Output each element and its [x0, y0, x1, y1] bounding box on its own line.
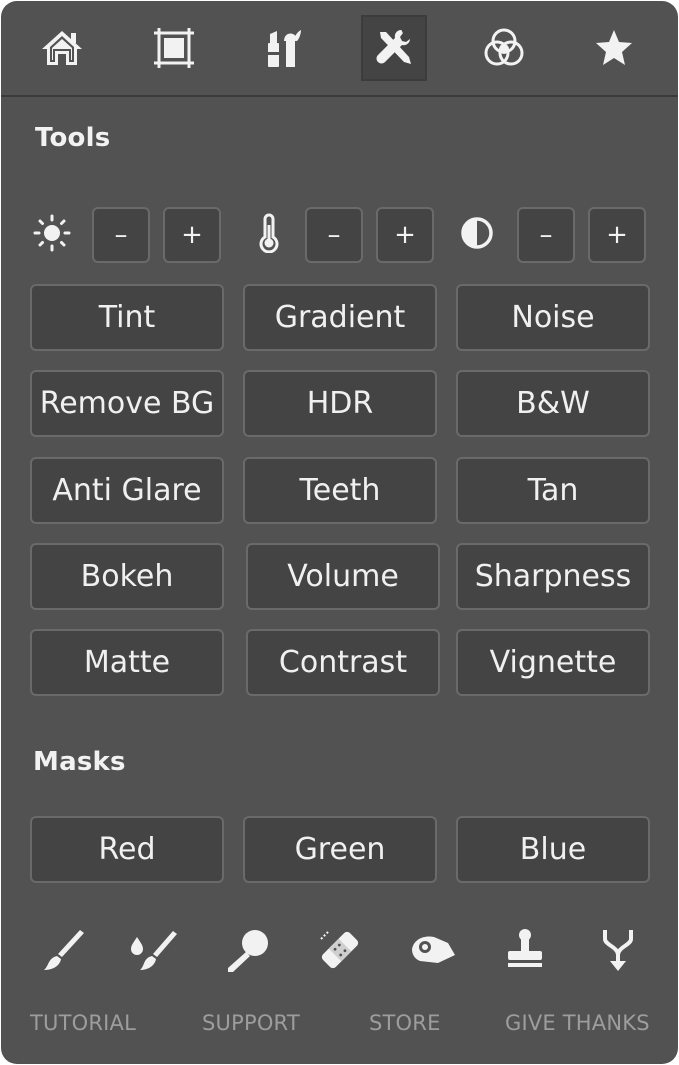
tab-makeup[interactable] [251, 15, 317, 81]
hdr-button[interactable]: HDR [243, 370, 437, 437]
makeup-icon [268, 30, 301, 67]
contrast-increase-button[interactable]: + [588, 207, 646, 263]
stamp-icon [508, 929, 542, 967]
tan-button[interactable]: Tan [456, 457, 650, 524]
give-thanks-link[interactable]: GIVE THANKS [505, 1011, 650, 1035]
paint-brush-drop-tool[interactable] [127, 923, 181, 977]
contrast-icon [461, 217, 493, 249]
masks-title: Masks [33, 747, 126, 777]
bandage-icon [320, 930, 359, 969]
brush-icon [44, 930, 84, 970]
brightness-adjuster [31, 212, 73, 254]
tab-tools[interactable] [361, 15, 427, 81]
teeth-button[interactable]: Teeth [243, 457, 437, 524]
brightness-icon [33, 214, 71, 252]
tab-home[interactable] [29, 15, 95, 81]
merge-tool[interactable] [591, 923, 645, 977]
sharpness-button[interactable]: Sharpness [456, 543, 650, 610]
temperature-increase-button[interactable]: + [376, 207, 434, 263]
home-icon [42, 31, 82, 65]
tab-color[interactable] [471, 15, 537, 81]
bandage-tool[interactable] [313, 923, 367, 977]
bokeh-button[interactable]: Bokeh [30, 543, 224, 610]
color-circles-icon [484, 28, 524, 66]
tools-icon [376, 30, 411, 64]
stamp-tool[interactable] [498, 923, 552, 977]
store-link[interactable]: STORE [369, 1011, 441, 1035]
tutorial-link[interactable]: TUTORIAL [30, 1011, 136, 1035]
magnifier-tool[interactable] [222, 923, 276, 977]
noise-button[interactable]: Noise [456, 284, 650, 351]
crop-frame-icon [154, 28, 194, 68]
contrast-decrease-button[interactable]: – [517, 207, 575, 263]
eraser-hand-tool[interactable] [406, 923, 460, 977]
brightness-decrease-button[interactable]: – [92, 207, 150, 263]
mask-green-button[interactable]: Green [243, 816, 437, 883]
contrast-adjuster [456, 212, 498, 254]
volume-button[interactable]: Volume [246, 543, 440, 610]
support-link[interactable]: SUPPORT [202, 1011, 300, 1035]
brush-tool[interactable] [36, 923, 90, 977]
mask-red-button[interactable]: Red [30, 816, 224, 883]
vignette-button[interactable]: Vignette [456, 629, 650, 696]
top-tab-bar [1, 1, 678, 97]
magnifier-icon [228, 930, 268, 972]
star-icon [596, 30, 632, 65]
paint-brush-drop-icon [131, 931, 177, 970]
eraser-hand-icon [412, 936, 455, 963]
tools-panel: Tools – + – + – + Tint Gradient Noise Re… [1, 1, 678, 1064]
gradient-button[interactable]: Gradient [243, 284, 437, 351]
black-white-button[interactable]: B&W [456, 370, 650, 437]
matte-button[interactable]: Matte [30, 629, 224, 696]
remove-bg-button[interactable]: Remove BG [30, 370, 224, 437]
tools-title: Tools [35, 123, 111, 153]
temperature-adjuster [248, 212, 290, 254]
tint-button[interactable]: Tint [30, 284, 224, 351]
mask-blue-button[interactable]: Blue [456, 816, 650, 883]
brightness-increase-button[interactable]: + [163, 207, 221, 263]
merge-icon [603, 930, 633, 971]
tab-favorites[interactable] [581, 15, 647, 81]
anti-glare-button[interactable]: Anti Glare [30, 457, 224, 524]
temperature-icon [259, 213, 279, 253]
contrast-button[interactable]: Contrast [246, 629, 440, 696]
tab-crop[interactable] [141, 15, 207, 81]
temperature-decrease-button[interactable]: – [305, 207, 363, 263]
